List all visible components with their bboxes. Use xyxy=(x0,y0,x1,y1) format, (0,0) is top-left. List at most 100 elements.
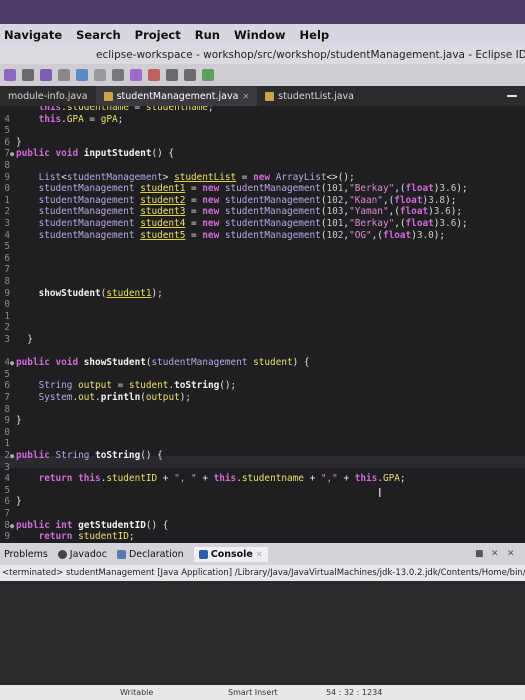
code-line[interactable]: 0 xyxy=(0,427,525,439)
fold-marker-icon[interactable]: ● xyxy=(10,520,14,532)
code-text: public void showStudent(studentManagemen… xyxy=(16,357,310,369)
line-number: 2 xyxy=(4,322,10,334)
code-line[interactable]: 8 ● public int getStudentID() { xyxy=(0,520,525,532)
line-number: 4 xyxy=(4,113,10,125)
code-line[interactable]: 4 studentManagement student5 = new stude… xyxy=(0,230,525,242)
menu-help[interactable]: Help xyxy=(300,28,330,42)
line-number: 9 xyxy=(4,531,10,542)
external-tools-icon[interactable] xyxy=(148,69,160,81)
remove-launch-icon[interactable]: ✕ xyxy=(491,549,501,559)
code-line[interactable]: 3 xyxy=(0,462,525,474)
code-text: } xyxy=(16,415,22,427)
code-line[interactable]: 6} xyxy=(0,496,525,508)
code-line[interactable]: 3 studentManagement student4 = new stude… xyxy=(0,218,525,230)
menu-navigate[interactable]: Navigate xyxy=(4,28,62,42)
code-line[interactable]: 9 showStudent(student1); xyxy=(0,288,525,300)
tab-declaration[interactable]: Declaration xyxy=(116,548,184,560)
code-line[interactable]: 8 xyxy=(0,404,525,416)
code-line[interactable]: 7 xyxy=(0,264,525,276)
code-line[interactable]: 9 return studentID; xyxy=(0,531,525,542)
paragraph-icon[interactable] xyxy=(94,69,106,81)
forward-icon[interactable] xyxy=(184,69,196,81)
code-text: public void inputStudent() { xyxy=(16,148,175,160)
menu-bar: Navigate Search Project Run Window Help xyxy=(0,24,525,46)
tab-problems[interactable]: Problems xyxy=(4,549,48,560)
tab-label: Declaration xyxy=(128,548,184,560)
code-text: } xyxy=(16,496,22,508)
code-line[interactable]: 5 xyxy=(0,241,525,253)
code-line[interactable]: 2 xyxy=(0,322,525,334)
minimize-icon[interactable] xyxy=(507,95,517,97)
stop-icon[interactable]: ■ xyxy=(475,549,485,559)
tab-student-management[interactable]: studentManagement.java ✕ xyxy=(95,86,258,106)
tab-label: studentList.java xyxy=(278,90,354,102)
code-line[interactable]: 6 xyxy=(0,253,525,265)
tab-module-info[interactable]: module-info.java xyxy=(0,86,96,106)
line-number: 3 xyxy=(4,334,10,345)
fold-marker-icon[interactable]: ● xyxy=(10,148,14,160)
line-number: 7 xyxy=(4,148,10,160)
code-line[interactable]: 7 System.out.println(output); xyxy=(0,392,525,404)
perspective-icon[interactable] xyxy=(202,69,214,81)
run-icon[interactable] xyxy=(130,69,142,81)
fold-marker-icon[interactable]: ● xyxy=(10,357,14,369)
code-line[interactable]: 5 xyxy=(0,485,525,497)
console-launch-info: <terminated> studentManagement [Java App… xyxy=(0,565,525,581)
line-number: 5 xyxy=(4,368,10,380)
code-line[interactable]: 9} xyxy=(0,415,525,427)
back-icon[interactable] xyxy=(166,69,178,81)
code-line[interactable]: 7 ● public void inputStudent() { xyxy=(0,148,525,160)
line-number: 5 xyxy=(4,241,10,253)
close-icon[interactable]: ✕ xyxy=(242,92,249,101)
code-line[interactable]: 4 ● public void showStudent(studentManagem… xyxy=(0,357,525,369)
menu-search[interactable]: Search xyxy=(76,28,121,42)
line-number: 0 xyxy=(4,299,10,311)
code-line[interactable]: 4 this.GPA = gPA; xyxy=(0,114,525,126)
code-line[interactable]: 4 return this.studentID + ", " + this.st… xyxy=(0,473,525,485)
code-line[interactable]: 1 studentManagement student2 = new stude… xyxy=(0,195,525,207)
code-line[interactable]: 7 xyxy=(0,508,525,520)
fold-marker-icon[interactable]: ● xyxy=(10,450,14,462)
wrench-icon[interactable] xyxy=(4,69,16,81)
line-number: 8 xyxy=(4,519,10,531)
text-cursor-icon: I xyxy=(378,486,382,500)
close-icon[interactable]: ✕ xyxy=(256,550,263,559)
menu-window[interactable]: Window xyxy=(234,28,286,42)
build-icon[interactable] xyxy=(40,69,52,81)
code-line[interactable]: 6} xyxy=(0,137,525,149)
debug-icon[interactable] xyxy=(112,69,124,81)
console-output[interactable] xyxy=(0,581,525,685)
tab-console[interactable]: Console ✕ xyxy=(193,546,268,562)
code-editor[interactable]: this.studentname = studentname; 4 this.GP… xyxy=(0,106,525,542)
code-line[interactable]: 5 xyxy=(0,369,525,381)
remove-all-icon[interactable]: ✕ xyxy=(507,549,517,559)
tab-javadoc[interactable]: Javadoc xyxy=(57,549,107,560)
tab-student-list[interactable]: studentList.java xyxy=(257,86,362,106)
line-number: 6 xyxy=(4,136,10,148)
code-line[interactable]: 0 studentManagement student1 = new stude… xyxy=(0,183,525,195)
code-line[interactable]: 8 xyxy=(0,160,525,172)
line-number: 7 xyxy=(4,508,10,519)
code-line[interactable]: 1 xyxy=(0,311,525,323)
menu-run[interactable]: Run xyxy=(195,28,220,42)
code-line[interactable]: 0 xyxy=(0,299,525,311)
code-line[interactable]: 1 xyxy=(0,438,525,450)
line-number: 5 xyxy=(4,484,10,496)
code-line[interactable]: 2 ● public String toString() { xyxy=(0,450,525,462)
code-line[interactable]: 6 String output = student.toString(); xyxy=(0,380,525,392)
line-number: 9 xyxy=(4,171,10,183)
line-number: 4 xyxy=(4,357,10,369)
code-text: studentManagement student2 = new student… xyxy=(38,194,457,206)
code-line[interactable]: 2 studentManagement student3 = new stude… xyxy=(0,206,525,218)
code-line[interactable] xyxy=(0,346,525,358)
line-number: 1 xyxy=(4,438,10,450)
menu-project[interactable]: Project xyxy=(135,28,181,42)
save-icon[interactable] xyxy=(58,69,70,81)
code-line[interactable]: 3 } xyxy=(0,334,525,346)
code-line[interactable]: 9 List<studentManagement> studentList = … xyxy=(0,172,525,184)
code-line[interactable]: 8 xyxy=(0,276,525,288)
line-number: 6 xyxy=(4,252,10,264)
open-type-icon[interactable] xyxy=(76,69,88,81)
code-line[interactable]: 5 xyxy=(0,125,525,137)
new-icon[interactable] xyxy=(22,69,34,81)
